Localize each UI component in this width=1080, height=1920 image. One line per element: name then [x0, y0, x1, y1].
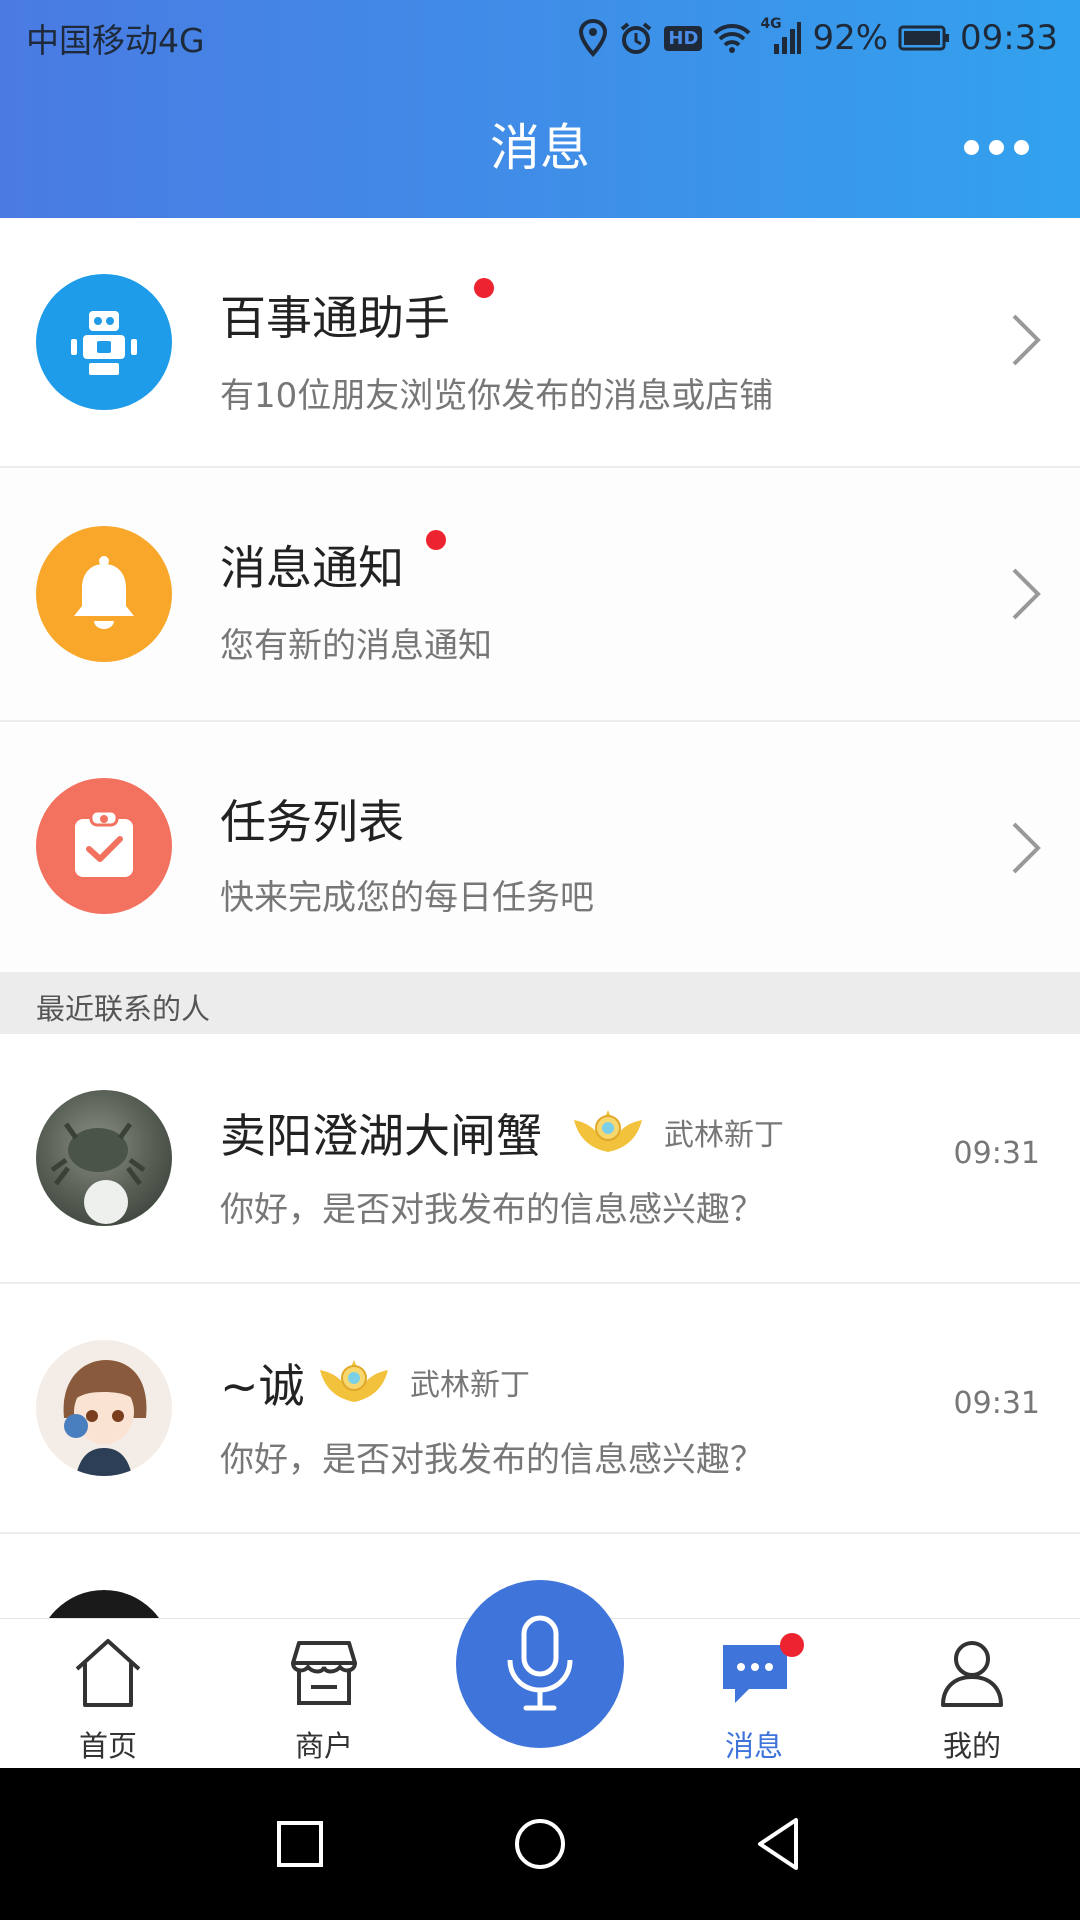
tab-messages[interactable]: 消息	[684, 1633, 824, 1763]
back-icon[interactable]	[750, 1814, 810, 1874]
tab-profile[interactable]: 我的	[902, 1637, 1042, 1763]
recent-apps-icon[interactable]	[270, 1814, 330, 1874]
level-badge-icon	[574, 1110, 642, 1152]
system-navigation-bar	[0, 1768, 1080, 1920]
row-title: 消息通知	[220, 541, 404, 595]
contact-row[interactable]: ~诚 武林新丁 你好，是否对我发布的信息感兴趣？ 09:31	[0, 1284, 1080, 1532]
home-nav-icon[interactable]	[510, 1814, 570, 1874]
status-bar: 中国移动4G HD 4G 92% 09:33	[0, 0, 1080, 76]
cellular-signal-icon: 4G	[760, 16, 802, 56]
recent-contacts-header: 最近联系的人	[0, 972, 1080, 1034]
unread-dot	[426, 530, 446, 550]
tab-label: 商户	[294, 1729, 353, 1763]
chevron-right-icon	[1012, 314, 1041, 366]
message-preview: 你好，是否对我发布的信息感兴趣？	[220, 1190, 764, 1230]
app-header: 中国移动4G HD 4G 92% 09:33 消息	[0, 0, 1080, 218]
divider	[0, 720, 1080, 722]
avatar	[36, 1590, 172, 1618]
message-time: 09:31	[953, 1136, 1040, 1171]
chevron-right-icon	[1012, 568, 1041, 620]
row-subtitle: 快来完成您的每日任务吧	[220, 878, 594, 918]
notifications-row[interactable]: 消息通知 您有新的消息通知	[0, 470, 1080, 720]
avatar	[36, 1090, 172, 1226]
divider	[0, 466, 1080, 468]
contact-name: ~诚	[220, 1359, 305, 1413]
microphone-icon	[507, 1615, 573, 1711]
contact-name: 卖阳澄湖大闸蟹	[220, 1109, 542, 1163]
status-icons: HD 4G 92% 09:33	[578, 12, 1058, 64]
row-subtitle: 有10位朋友浏览你发布的消息或店铺	[220, 376, 774, 416]
contact-row[interactable]: 卖阳澄湖大闸蟹 武林新丁 你好，是否对我发布的信息感兴趣？ 09:31	[0, 1034, 1080, 1282]
battery-icon	[898, 24, 950, 52]
avatar	[36, 1340, 172, 1476]
robot-icon	[36, 274, 172, 410]
carrier-label: 中国移动4G	[26, 21, 205, 60]
battery-percent: 92%	[812, 18, 889, 58]
tab-label: 消息	[724, 1729, 783, 1763]
tab-label: 首页	[78, 1729, 137, 1763]
level-badge-icon	[320, 1360, 388, 1402]
row-subtitle: 您有新的消息通知	[220, 626, 492, 666]
network-type-label: 4G	[760, 16, 782, 32]
tab-label: 我的	[942, 1729, 1001, 1763]
tab-merchants[interactable]: 商户	[254, 1637, 394, 1763]
task-list-row[interactable]: 任务列表 快来完成您的每日任务吧	[0, 724, 1080, 972]
voice-input-button[interactable]	[456, 1580, 624, 1748]
status-clock: 09:33	[960, 18, 1058, 58]
row-title: 任务列表	[220, 795, 404, 849]
hd-icon: HD	[664, 25, 703, 51]
level-label: 武林新丁	[410, 1368, 530, 1403]
message-time: 09:31	[953, 1386, 1040, 1421]
wifi-icon	[712, 22, 752, 54]
level-label: 武林新丁	[664, 1118, 784, 1153]
more-dot-icon	[964, 139, 979, 155]
clipboard-check-icon	[36, 778, 172, 914]
location-icon	[578, 19, 608, 57]
page-title: 消息	[490, 119, 590, 177]
unread-dot	[474, 278, 494, 298]
unread-dot	[780, 1633, 804, 1657]
message-preview: 你好，是否对我发布的信息感兴趣？	[220, 1440, 764, 1480]
alarm-icon	[618, 20, 654, 56]
chevron-right-icon	[1012, 822, 1041, 874]
tab-home[interactable]: 首页	[38, 1637, 178, 1763]
more-options-button[interactable]	[964, 130, 1034, 164]
store-icon	[291, 1641, 357, 1705]
row-title: 百事通助手	[220, 291, 450, 345]
more-dot-icon	[989, 139, 1004, 155]
assistant-row[interactable]: 百事通助手 有10位朋友浏览你发布的消息或店铺	[0, 218, 1080, 466]
more-dot-icon	[1014, 139, 1029, 155]
bell-icon	[36, 526, 172, 662]
user-icon	[941, 1641, 1003, 1707]
section-label: 最近联系的人	[36, 992, 211, 1026]
home-icon	[75, 1639, 141, 1707]
